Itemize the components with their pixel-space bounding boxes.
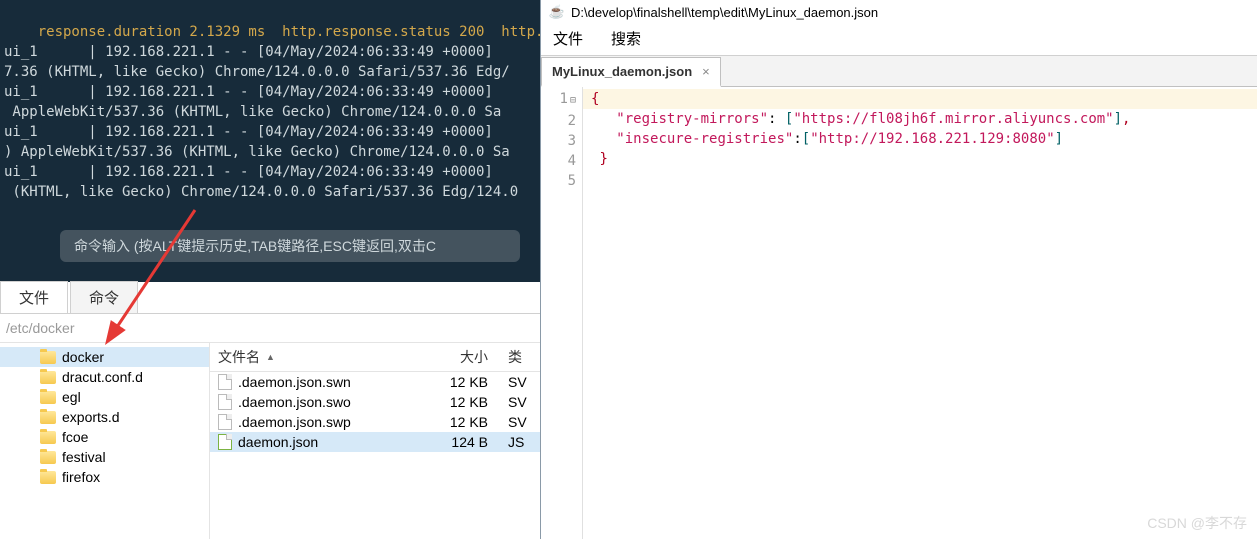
- editor-tabs: MyLinux_daemon.json ×: [541, 55, 1257, 86]
- path-bar[interactable]: /etc/docker: [0, 314, 540, 343]
- panel-tabs: 文件 命令: [0, 282, 540, 314]
- json-file-icon: [218, 434, 232, 450]
- menu-search[interactable]: 搜索: [611, 28, 641, 49]
- tree-item-exports[interactable]: exports.d: [0, 407, 209, 427]
- file-row[interactable]: .daemon.json.swo 12 KB SV: [210, 392, 540, 412]
- file-icon: [218, 394, 232, 410]
- folder-icon: [40, 411, 56, 424]
- editor-window: ☕ D:\develop\finalshell\temp\edit\MyLinu…: [540, 0, 1257, 539]
- tree-item-docker[interactable]: docker: [0, 347, 209, 367]
- file-icon: [218, 374, 232, 390]
- command-input[interactable]: 命令输入 (按ALT键提示历史,TAB键路径,ESC键返回,双击C: [60, 230, 520, 262]
- fold-icon[interactable]: ⊟: [570, 95, 576, 106]
- folder-icon: [40, 471, 56, 484]
- folder-icon: [40, 351, 56, 364]
- file-row[interactable]: .daemon.json.swp 12 KB SV: [210, 412, 540, 432]
- terminal-footer: 命令输入 (按ALT键提示历史,TAB键路径,ESC键返回,双击C: [0, 220, 540, 282]
- file-list: 文件名 大小 类 .daemon.json.swn 12 KB SV .daem…: [210, 343, 540, 539]
- editor-tab-label: MyLinux_daemon.json: [552, 64, 692, 79]
- editor-menu-bar: 文件 搜索: [541, 24, 1257, 55]
- file-list-header[interactable]: 文件名 大小 类: [210, 343, 540, 372]
- col-filename[interactable]: 文件名: [210, 347, 410, 367]
- tree-item-festival[interactable]: festival: [0, 447, 209, 467]
- file-row[interactable]: daemon.json 124 B JS: [210, 432, 540, 452]
- editor-file-path: D:\develop\finalshell\temp\edit\MyLinux_…: [571, 5, 878, 20]
- editor-tab[interactable]: MyLinux_daemon.json ×: [541, 57, 721, 87]
- col-size[interactable]: 大小: [410, 347, 500, 367]
- folder-icon: [40, 371, 56, 384]
- code-area[interactable]: { "registry-mirrors": ["https://fl08jh6f…: [583, 87, 1257, 539]
- tree-item-firefox[interactable]: firefox: [0, 467, 209, 487]
- terminal-output[interactable]: response.duration 2.1329 ms http.respons…: [0, 0, 540, 220]
- folder-tree[interactable]: docker dracut.conf.d egl exports.d fcoe …: [0, 343, 210, 539]
- folder-icon: [40, 431, 56, 444]
- folder-icon: [40, 451, 56, 464]
- tree-item-dracut[interactable]: dracut.conf.d: [0, 367, 209, 387]
- tree-item-egl[interactable]: egl: [0, 387, 209, 407]
- tree-item-fcoe[interactable]: fcoe: [0, 427, 209, 447]
- editor-title-bar[interactable]: ☕ D:\develop\finalshell\temp\edit\MyLinu…: [541, 0, 1257, 24]
- tab-command[interactable]: 命令: [70, 281, 138, 313]
- file-row[interactable]: .daemon.json.swn 12 KB SV: [210, 372, 540, 392]
- tab-file[interactable]: 文件: [0, 281, 68, 313]
- col-type[interactable]: 类: [500, 347, 540, 367]
- file-icon: [218, 414, 232, 430]
- close-icon[interactable]: ×: [702, 64, 710, 79]
- menu-file[interactable]: 文件: [553, 28, 583, 49]
- folder-icon: [40, 391, 56, 404]
- line-gutter[interactable]: 1⊟ 2 3 4 5: [541, 87, 583, 539]
- app-icon: ☕: [549, 4, 565, 20]
